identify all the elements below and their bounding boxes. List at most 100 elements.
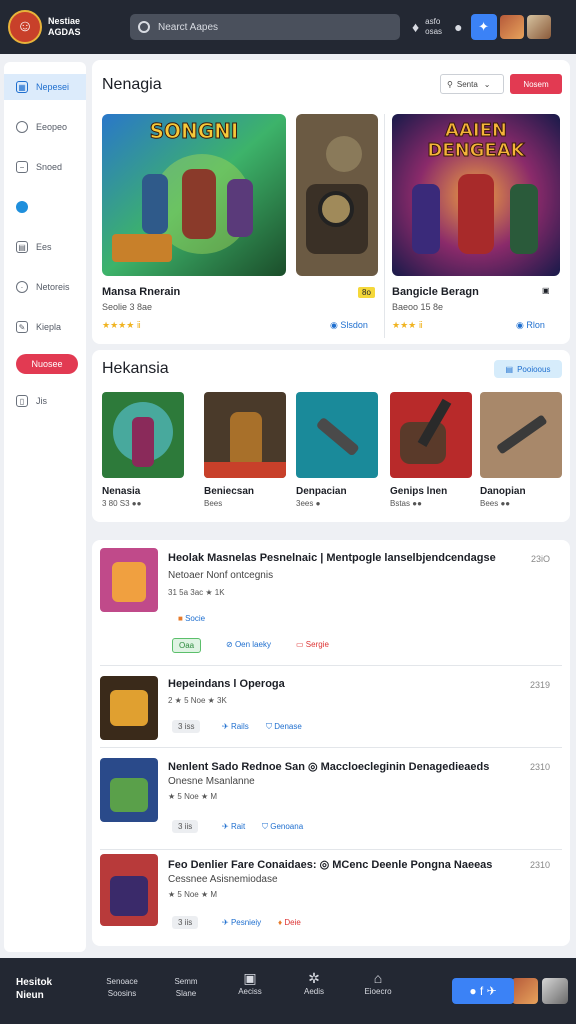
chip[interactable]: ⛉ Denase: [260, 720, 308, 734]
sidebar-item-label: Ees: [36, 242, 52, 252]
chip[interactable]: Oaa: [172, 638, 202, 653]
game-tile[interactable]: Danopian Bees ●●: [480, 392, 562, 508]
game-tile-image[interactable]: [480, 392, 562, 478]
search-bar[interactable]: Nearct Aapes: [130, 14, 400, 40]
chip[interactable]: 3 iss: [172, 720, 201, 733]
tile-meta: 3 80 S3 ●●: [102, 499, 142, 508]
chip[interactable]: ♦ Deie: [272, 916, 307, 929]
svg-text:AAIEN: AAIEN: [445, 120, 507, 141]
game-tile[interactable]: Beniecsan Bees: [204, 392, 286, 508]
list-item[interactable]: Feo Denlier Fare Conaidaes: ◎ MCenc Deen…: [100, 850, 562, 946]
footer-brand[interactable]: Hesitok Nieun: [16, 976, 52, 1002]
chat-icon[interactable]: ●: [454, 19, 462, 35]
game-cover-image[interactable]: SONGNI: [102, 114, 286, 276]
chip[interactable]: ■ Socie: [172, 612, 211, 625]
chip[interactable]: ✈ Pesnieiy: [216, 916, 267, 929]
game-cover-image[interactable]: [296, 114, 378, 276]
avatar[interactable]: [526, 15, 551, 39]
info-text: asfo osas: [425, 17, 443, 36]
featured-card[interactable]: AAIEN DENGEAK Bangicle Beragn ▣ Baeoo 15…: [392, 114, 562, 338]
featured-card[interactable]: SONGNI Mansa Rnerain 8o Seolie 3 8ae ★★★…: [102, 114, 378, 338]
chip[interactable]: 3 iis: [172, 916, 199, 929]
list-item-thumbnail[interactable]: [100, 676, 158, 740]
sidebar-red-button[interactable]: Nuosee: [16, 354, 78, 374]
nav-item[interactable]: ⌂ Eioecro: [354, 970, 402, 998]
nav-item[interactable]: ✲ Aedis: [292, 971, 336, 998]
list-item[interactable]: Nenlent Sado Rednoe San ◎ Maccloeclegini…: [100, 748, 562, 850]
search-input[interactable]: Nearct Aapes: [158, 22, 218, 33]
collection-button[interactable]: ▤ Pooioous: [494, 360, 562, 378]
flame-icon[interactable]: ♦: [412, 19, 419, 35]
shield-icon: ⛉: [266, 722, 272, 731]
game-tile-image[interactable]: [390, 392, 472, 478]
game-tile[interactable]: Denpacian 3ees ●: [296, 392, 378, 508]
game-tile-image[interactable]: [204, 392, 286, 478]
featured-action-button[interactable]: Nosem: [510, 74, 562, 94]
box-icon: ▭: [296, 640, 304, 649]
chip[interactable]: ✈ Rails: [216, 720, 255, 733]
sidebar: ▦ Nepesei Eeopeo − Snoed ▤ Ees · Netorei…: [4, 62, 86, 952]
game-title[interactable]: Bangicle Beragn: [392, 286, 479, 298]
avatar[interactable]: [499, 15, 524, 39]
sidebar-item-status[interactable]: [4, 194, 86, 220]
game-tile-image[interactable]: [102, 392, 184, 478]
sidebar-item-store[interactable]: − Snoed: [4, 154, 86, 180]
chip[interactable]: ▭ Sergie: [290, 638, 335, 651]
avatar[interactable]: [512, 978, 538, 1004]
list-item-date: 2310: [529, 762, 550, 772]
list-item-title[interactable]: Nenlent Sado Rednoe San ◎ Maccloeclegini…: [168, 760, 489, 773]
nav-item[interactable]: Semm Slane: [160, 976, 212, 1000]
social-button[interactable]: ● f ✈: [452, 978, 514, 1004]
section-title: Hekansia: [102, 360, 169, 377]
game-tile-image[interactable]: [296, 392, 378, 478]
list-item-thumbnail[interactable]: [100, 548, 158, 612]
chevron-down-icon: ⌄: [483, 79, 491, 89]
list-item-meta: 31 5a 3ac ★ 1K: [168, 588, 225, 597]
chip[interactable]: ⛉ Genoana: [256, 820, 309, 834]
chip[interactable]: ✈ Rait: [216, 820, 251, 833]
featured-panel: Nenagia ⚲ Senta ⌄ Nosem SONGNI Mansa Rne…: [92, 60, 570, 344]
chip[interactable]: 3 iis: [172, 820, 199, 833]
app-logo[interactable]: ☺: [8, 10, 42, 44]
tile-title: Genips lnen: [390, 486, 448, 497]
sidebar-item-last[interactable]: ▯ Jis: [4, 388, 86, 414]
twitter-icon: ✈: [222, 722, 229, 731]
sidebar-item-label: Snoed: [36, 162, 63, 172]
game-title[interactable]: Mansa Rnerain: [102, 286, 180, 298]
list-item-title[interactable]: Feo Denlier Fare Conaidaes: ◎ MCenc Deen…: [168, 858, 492, 871]
sidebar-item-label: Kiepla: [36, 322, 62, 332]
game-tile[interactable]: Genips lnen Bstas ●●: [390, 392, 472, 508]
game-subtitle: Baeoo 15 8e: [392, 302, 444, 312]
chip[interactable]: ⊘ Oen laeky: [220, 638, 277, 651]
game-tile[interactable]: Nenasia 3 80 S3 ●●: [102, 392, 184, 508]
sort-dropdown[interactable]: ⚲ Senta ⌄: [440, 74, 504, 94]
avatar[interactable]: [542, 978, 568, 1004]
flame-icon: ♦: [278, 918, 283, 927]
list-item[interactable]: Heolak Masnelas Pesnelnaic | Mentpogle l…: [100, 540, 562, 666]
profile-button[interactable]: ✦: [470, 14, 497, 40]
sidebar-item-home[interactable]: ▦ Nepesei: [4, 74, 86, 100]
card-link[interactable]: ◉ Slsdon: [330, 320, 368, 331]
list-item-title[interactable]: Hepeindans l Operoga: [168, 678, 285, 690]
section-title: Nenagia: [102, 76, 162, 93]
card-link[interactable]: ◉ Rlon: [516, 320, 545, 331]
top-bar: ☺ Nestiae AGDAS Nearct Aapes ♦ asfo osas…: [0, 0, 576, 54]
nav-item[interactable]: ▣ Aeciss: [226, 971, 274, 998]
nav-item[interactable]: Senoace Soosins: [96, 976, 148, 1000]
sidebar-item-recent[interactable]: Eeopeo: [4, 114, 86, 140]
home-icon: ⌂: [373, 970, 383, 986]
sidebar-item-settings[interactable]: · Netoreis: [4, 274, 86, 300]
list-item-thumbnail[interactable]: [100, 854, 158, 926]
list-item[interactable]: Hepeindans l Operoga 2 ★ 5 Noe ★ 3K 2319…: [100, 666, 562, 748]
sidebar-item-calendar[interactable]: ▤ Ees: [4, 234, 86, 260]
twitter-icon: ✈: [222, 822, 229, 831]
list-item-title[interactable]: Heolak Masnelas Pesnelnaic | Mentpogle l…: [168, 552, 496, 564]
link-icon: ⊘: [226, 640, 233, 649]
tile-title: Denpacian: [296, 486, 347, 497]
list-item-thumbnail[interactable]: [100, 758, 158, 822]
calendar-icon: ▤: [16, 241, 28, 253]
game-cover-image[interactable]: AAIEN DENGEAK: [392, 114, 560, 276]
list-item-subtitle: Onesne Msanlanne: [168, 776, 255, 787]
sidebar-item-edit[interactable]: ✎ Kiepla: [4, 314, 86, 340]
rating-stars: ★★★★ ⅱ: [102, 320, 141, 330]
